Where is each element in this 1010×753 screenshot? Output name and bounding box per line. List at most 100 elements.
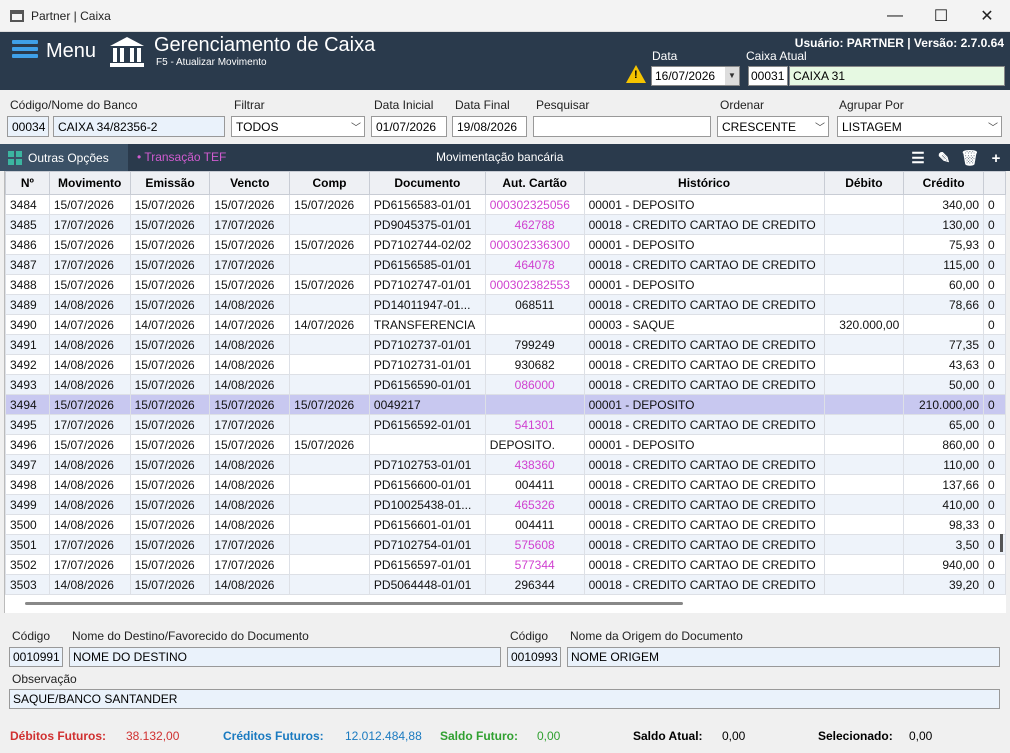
table-cell: 3490 bbox=[5, 314, 50, 335]
saldo-atual-label: Saldo Atual: bbox=[633, 729, 703, 743]
ordenar-select[interactable]: CRESCENTE ﹀ bbox=[717, 116, 829, 137]
table-cell bbox=[289, 214, 370, 235]
table-cell bbox=[823, 274, 905, 295]
calendar-dropdown-icon[interactable]: ▼ bbox=[725, 67, 739, 85]
table-row[interactable]: 3486 15/07/2026 15/07/2026 15/07/2026 15/07/… bbox=[5, 234, 1006, 255]
table-cell: 000302325056 bbox=[484, 194, 585, 215]
table-cell: 3484 bbox=[5, 194, 50, 215]
table-row[interactable]: 3492 14/08/2026 15/07/2026 14/08/2026 PD7102… bbox=[5, 354, 1006, 375]
table-row[interactable]: 3496 15/07/2026 15/07/2026 15/07/2026 15/07/… bbox=[5, 434, 1006, 455]
banco-name-field[interactable]: CAIXA 34/82356-2 bbox=[53, 116, 225, 137]
origem-label: Nome da Origem do Documento bbox=[570, 629, 743, 643]
table-cell: 75,93 bbox=[903, 234, 985, 255]
filtrar-select[interactable]: TODOS ﹀ bbox=[231, 116, 365, 137]
table-row[interactable]: 3500 14/08/2026 15/07/2026 14/08/2026 PD6156… bbox=[5, 514, 1006, 535]
table-row[interactable]: 3501 17/07/2026 15/07/2026 17/07/2026 PD7102… bbox=[5, 534, 1006, 555]
table-cell: 0 bbox=[983, 294, 1006, 315]
table-cell: PD9045375-01/01 bbox=[368, 214, 486, 235]
banco-code-field[interactable]: 00034 bbox=[7, 116, 49, 137]
table-cell: 00001 - DEPOSITO bbox=[583, 234, 825, 255]
creditos-futuros-label: Créditos Futuros: bbox=[223, 729, 324, 743]
column-header[interactable]: Histórico bbox=[583, 171, 825, 195]
table-cell: PD6156601-01/01 bbox=[368, 514, 486, 535]
caixa-name-field[interactable]: CAIXA 31 bbox=[789, 66, 1005, 86]
destino-code-field[interactable]: 0010991 bbox=[9, 647, 63, 667]
table-cell: 0049217 bbox=[368, 394, 486, 415]
user-version-info: Usuário: PARTNER | Versão: 2.7.0.64 bbox=[794, 36, 1004, 50]
column-header[interactable]: Documento bbox=[368, 171, 486, 195]
table-row[interactable]: 3490 14/07/2026 14/07/2026 14/07/2026 14/07/… bbox=[5, 314, 1006, 335]
origem-name-field[interactable]: NOME ORIGEM bbox=[567, 647, 1000, 667]
maximize-button[interactable]: ☐ bbox=[918, 0, 964, 32]
table-cell: 320.000,00 bbox=[823, 314, 905, 335]
table-row[interactable]: 3487 17/07/2026 15/07/2026 17/07/2026 PD6156… bbox=[5, 254, 1006, 275]
table-row[interactable]: 3494 15/07/2026 15/07/2026 15/07/2026 15/07/… bbox=[5, 394, 1006, 415]
table-cell: 00003 - SAQUE bbox=[583, 314, 825, 335]
data-inicial-field[interactable]: 01/07/2026 bbox=[371, 116, 447, 137]
column-header[interactable]: Nº bbox=[5, 171, 50, 195]
destino-name-field[interactable]: NOME DO DESTINO bbox=[69, 647, 501, 667]
table-row[interactable]: 3497 14/08/2026 15/07/2026 14/08/2026 PD7102… bbox=[5, 454, 1006, 475]
minimize-button[interactable]: — bbox=[872, 0, 918, 32]
pesquisar-input[interactable] bbox=[533, 116, 711, 137]
origem-code-field[interactable]: 0010993 bbox=[507, 647, 561, 667]
column-header[interactable]: Vencto bbox=[209, 171, 291, 195]
table-cell: 15/07/2026 bbox=[129, 234, 211, 255]
table-row[interactable]: 3489 14/08/2026 15/07/2026 14/08/2026 PD1401… bbox=[5, 294, 1006, 315]
column-header[interactable]: Crédito bbox=[903, 171, 985, 195]
menu-icon[interactable] bbox=[12, 40, 38, 64]
agrupar-select[interactable]: LISTAGEM ﹀ bbox=[837, 116, 1002, 137]
bank-icon bbox=[110, 37, 144, 67]
caixa-code-field[interactable]: 00031 bbox=[748, 66, 788, 86]
columns-settings-icon[interactable]: ☰ bbox=[908, 148, 928, 168]
table-cell: 15/07/2026 bbox=[289, 394, 370, 415]
table-cell: 575608 bbox=[484, 534, 585, 555]
trash-icon[interactable]: 🗑 bbox=[960, 148, 980, 168]
outras-opcoes-button[interactable]: Outras Opções bbox=[0, 144, 128, 171]
table-row[interactable]: 3502 17/07/2026 15/07/2026 17/07/2026 PD6156… bbox=[5, 554, 1006, 575]
table-row[interactable]: 3488 15/07/2026 15/07/2026 15/07/2026 15/07/… bbox=[5, 274, 1006, 295]
table-cell: 14/08/2026 bbox=[48, 334, 131, 355]
table-cell: 15/07/2026 bbox=[289, 274, 370, 295]
table-cell: 00018 - CREDITO CARTAO DE CREDITO bbox=[583, 534, 825, 555]
table-cell: 15/07/2026 bbox=[209, 434, 291, 455]
table-row[interactable]: 3493 14/08/2026 15/07/2026 14/08/2026 PD6156… bbox=[5, 374, 1006, 395]
table-cell: 17/07/2026 bbox=[209, 414, 291, 435]
table-cell: 0 bbox=[983, 394, 1006, 415]
table-cell: PD7102731-01/01 bbox=[368, 354, 486, 375]
table-cell: 00001 - DEPOSITO bbox=[583, 394, 825, 415]
horizontal-scrollbar[interactable] bbox=[25, 602, 683, 605]
table-cell: 940,00 bbox=[903, 554, 985, 575]
table-row[interactable]: 3485 17/07/2026 15/07/2026 17/07/2026 PD9045… bbox=[5, 214, 1006, 235]
table-row[interactable]: 3498 14/08/2026 15/07/2026 14/08/2026 PD6156… bbox=[5, 474, 1006, 495]
totals-bar: Débitos Futuros: 38.132,00 Créditos Futu… bbox=[0, 729, 1010, 749]
add-plus-icon[interactable]: + bbox=[986, 148, 1006, 168]
table-row[interactable]: 3484 15/07/2026 15/07/2026 15/07/2026 15/07/… bbox=[5, 194, 1006, 215]
column-header[interactable]: Emissão bbox=[129, 171, 211, 195]
selecionado-label: Selecionado: bbox=[818, 729, 893, 743]
edit-pencil-icon[interactable]: ✎ bbox=[934, 148, 954, 168]
table-cell: 15/07/2026 bbox=[129, 534, 211, 555]
table-row[interactable]: 3495 17/07/2026 15/07/2026 17/07/2026 PD6156… bbox=[5, 414, 1006, 435]
table-cell bbox=[823, 354, 905, 375]
column-header[interactable]: Débito bbox=[823, 171, 905, 195]
saldo-futuro-label: Saldo Futuro: bbox=[440, 729, 518, 743]
vertical-scrollbar[interactable] bbox=[1000, 534, 1003, 552]
table-cell: 462788 bbox=[484, 214, 585, 235]
column-header[interactable]: Aut. Cartão bbox=[484, 171, 585, 195]
column-header[interactable]: Comp bbox=[289, 171, 370, 195]
column-header[interactable]: Movimento bbox=[48, 171, 131, 195]
data-date-picker[interactable]: 16/07/2026 ▼ bbox=[651, 66, 740, 86]
table-row[interactable]: 3499 14/08/2026 15/07/2026 14/08/2026 PD1002… bbox=[5, 494, 1006, 515]
table-row[interactable]: 3503 14/08/2026 15/07/2026 14/08/2026 PD5064… bbox=[5, 574, 1006, 595]
data-final-field[interactable]: 19/08/2026 bbox=[452, 116, 527, 137]
menu-button[interactable]: Menu bbox=[46, 40, 96, 63]
column-header[interactable] bbox=[983, 171, 1006, 195]
table-cell: 0 bbox=[983, 194, 1006, 215]
observacao-field[interactable]: SAQUE/BANCO SANTANDER bbox=[9, 689, 1000, 709]
table-cell: 0 bbox=[983, 314, 1006, 335]
data-label: Data bbox=[652, 49, 678, 63]
close-button[interactable]: ✕ bbox=[964, 0, 1010, 32]
table-row[interactable]: 3491 14/08/2026 15/07/2026 14/08/2026 PD7102… bbox=[5, 334, 1006, 355]
table-cell: 577344 bbox=[484, 554, 585, 575]
